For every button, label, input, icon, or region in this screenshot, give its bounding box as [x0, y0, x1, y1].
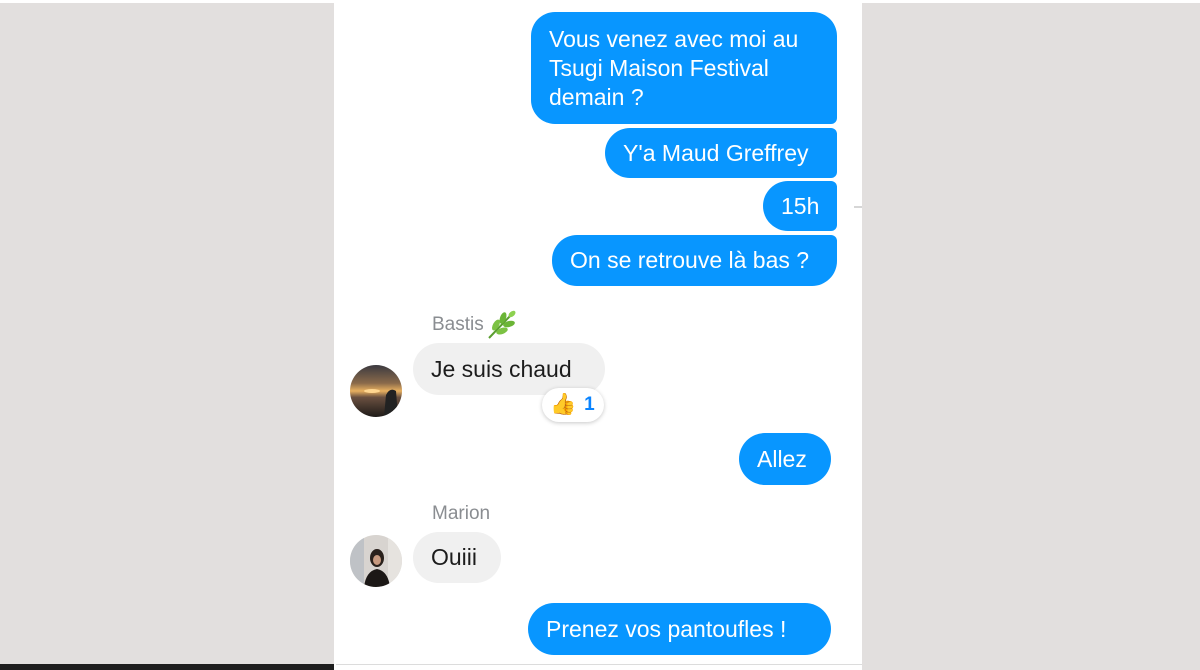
outgoing-message-bubble[interactable]: 15h [763, 181, 837, 231]
outgoing-message-bubble[interactable]: Y'a Maud Greffrey [605, 128, 837, 178]
avatar-marion[interactable] [350, 535, 402, 587]
message-text: Vous venez avec moi au Tsugi Maison Fest… [549, 25, 799, 110]
thumbs-up-icon: 👍 [550, 393, 577, 416]
background-left-bottom-bar [0, 664, 334, 670]
message-reaction[interactable]: 👍 1 [542, 388, 604, 422]
message-text: On se retrouve là bas ? [570, 247, 810, 273]
sender-name: Marion [432, 503, 491, 524]
message-text: 15h [781, 192, 820, 219]
sender-name: Bastis [432, 314, 484, 335]
message-text: Y'a Maud Greffrey [623, 139, 809, 166]
background-left-panel [0, 3, 334, 668]
message-text: Prenez vos pantoufles ! [546, 615, 787, 642]
background-right-panel [862, 3, 1200, 670]
message-text: Je suis chaud [431, 355, 572, 382]
chat-divider [336, 664, 862, 665]
incoming-message-bubble[interactable]: Ouiii [413, 532, 501, 583]
outgoing-message-bubble[interactable]: On se retrouve là bas ? [552, 235, 837, 286]
outgoing-message-bubble[interactable]: Allez [739, 433, 831, 485]
sender-name-marion: Marion [432, 503, 490, 525]
avatar-bastis[interactable] [350, 365, 402, 417]
herb-leaf-icon [486, 309, 518, 341]
sender-name-bastis: Bastis [432, 309, 518, 341]
message-text: Ouiii [431, 544, 478, 570]
message-text: Allez [757, 445, 807, 472]
chat-edge-divider [854, 206, 862, 208]
outgoing-message-bubble[interactable]: Vous venez avec moi au Tsugi Maison Fest… [531, 12, 837, 124]
outgoing-message-bubble[interactable]: Prenez vos pantoufles ! [528, 603, 831, 655]
reaction-count: 1 [584, 394, 595, 415]
